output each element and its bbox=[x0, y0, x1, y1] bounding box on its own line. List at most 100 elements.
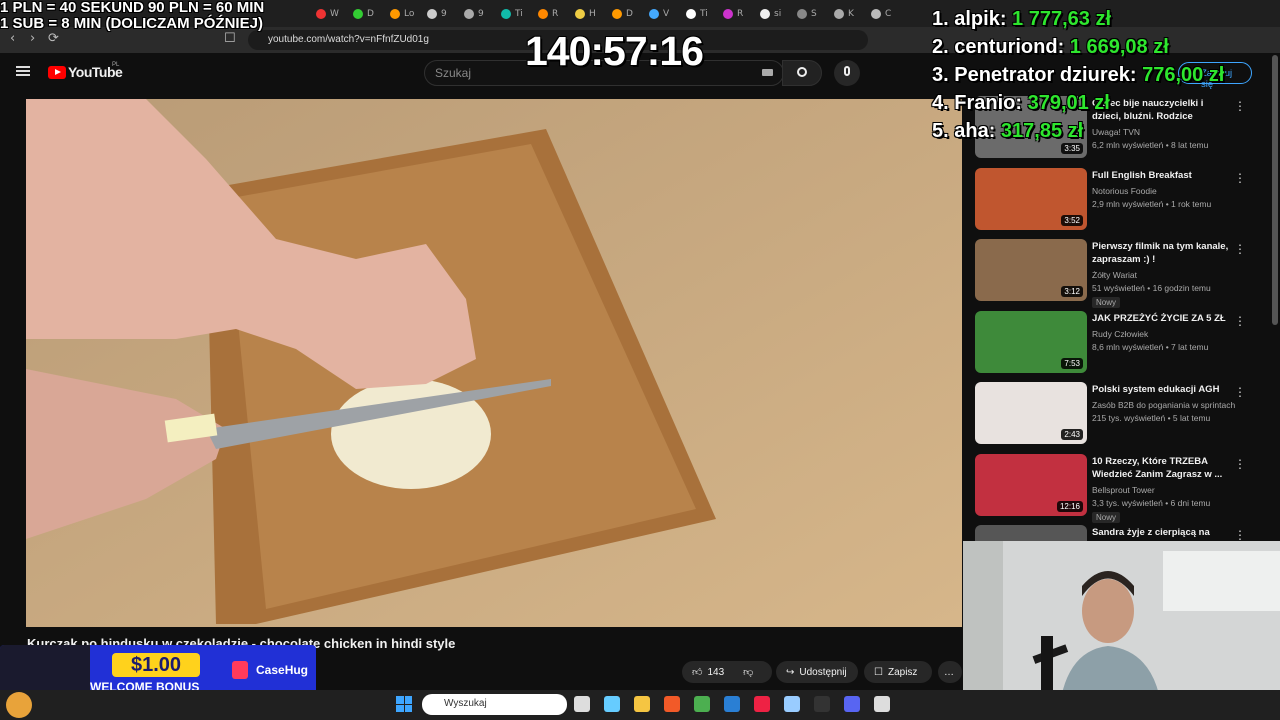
donation-amount: 1 669,08 zł bbox=[1069, 36, 1169, 58]
browser-tab[interactable]: Lo bbox=[384, 4, 420, 23]
leaderboard-entry: 3. Penetrator dziurek: 776,00 zł bbox=[932, 61, 1224, 89]
channel-name[interactable]: Notorious Foodie bbox=[1092, 186, 1157, 196]
leaderboard-entry: 4. Franio: 379,01 zł bbox=[932, 89, 1224, 117]
leaderboard-entry: 1. alpik: 1 777,63 zł bbox=[932, 5, 1224, 33]
page-scrollbar[interactable] bbox=[1272, 55, 1278, 325]
browser-tab[interactable]: H bbox=[569, 4, 605, 23]
brave-icon[interactable] bbox=[664, 696, 680, 712]
tab-favicon-icon bbox=[316, 8, 326, 19]
channel-name[interactable]: Zasób B2B do poganiania w sprintach bbox=[1092, 400, 1235, 410]
like-count[interactable]: 143 bbox=[707, 667, 724, 678]
more-options-icon[interactable]: ⋮ bbox=[1234, 457, 1246, 471]
recommended-video[interactable]: 12:16 10 Rzeczy, Które TRZEBA Wiedzieć Za… bbox=[972, 451, 1272, 523]
more-options-icon[interactable]: ⋮ bbox=[1234, 171, 1246, 185]
task-view-icon[interactable] bbox=[574, 696, 590, 712]
weather-icon[interactable] bbox=[6, 692, 32, 718]
copilot-icon[interactable] bbox=[604, 696, 620, 712]
channel-name[interactable]: Żółty Wariat bbox=[1092, 270, 1137, 280]
voice-search-button[interactable] bbox=[834, 60, 860, 86]
browser-tab[interactable]: 9 bbox=[458, 4, 494, 23]
taskbar-search[interactable]: Wyszukaj bbox=[422, 694, 567, 715]
browser-tab[interactable]: D bbox=[606, 4, 642, 23]
recommended-video[interactable]: 2:43 Polski system edukacji AGH Zasób B2B … bbox=[972, 379, 1272, 445]
more-options-icon[interactable]: ⋮ bbox=[1234, 314, 1246, 328]
back-icon[interactable]: ‹ bbox=[10, 31, 15, 46]
file-explorer-icon[interactable] bbox=[634, 696, 650, 712]
tab-label: Lo bbox=[404, 8, 415, 19]
video-meta: 8,6 mln wyświetleń • 7 lat temu bbox=[1092, 341, 1209, 352]
share-button[interactable]: ↪ Udostępnij bbox=[776, 661, 858, 683]
browser-tab[interactable]: Ti bbox=[495, 4, 531, 23]
tab-favicon-icon bbox=[538, 8, 548, 19]
video-thumbnail[interactable]: 12:16 bbox=[975, 453, 1087, 516]
save-button[interactable]: ☐ Zapisz bbox=[864, 661, 932, 683]
donation-amount: 379,01 zł bbox=[1027, 92, 1110, 114]
youtube-logo-icon[interactable] bbox=[48, 66, 66, 79]
thumbs-up-icon[interactable]: 👍︎ bbox=[692, 666, 702, 678]
donor-name: 2. centuriond: bbox=[932, 36, 1065, 58]
more-options-icon[interactable]: ⋮ bbox=[1234, 99, 1246, 113]
recommended-title[interactable]: JAK PRZEŻYĆ ŻYCIE ZA 5 ZŁ bbox=[1092, 312, 1232, 325]
video-thumbnail[interactable]: 2:43 bbox=[975, 382, 1087, 444]
menu-icon[interactable] bbox=[16, 66, 30, 76]
browser-tab[interactable]: W bbox=[310, 4, 346, 23]
app-icon[interactable] bbox=[874, 696, 890, 712]
video-duration: 3:12 bbox=[1061, 286, 1083, 297]
browser-tab[interactable]: V bbox=[643, 4, 679, 23]
browser-tab[interactable]: C bbox=[865, 4, 901, 23]
keyboard-icon[interactable] bbox=[762, 69, 773, 76]
more-options-icon[interactable]: ⋮ bbox=[1234, 242, 1246, 256]
tab-label: C bbox=[885, 8, 892, 19]
tab-favicon-icon bbox=[686, 8, 696, 19]
browser-tab[interactable]: K bbox=[828, 4, 864, 23]
more-actions-button[interactable]: … bbox=[938, 661, 962, 683]
country-code: PL bbox=[112, 62, 120, 68]
channel-name[interactable]: Bellsprout Tower bbox=[1092, 485, 1155, 495]
tab-favicon-icon bbox=[390, 8, 400, 19]
video-player[interactable] bbox=[26, 99, 962, 627]
browser-tab[interactable]: D bbox=[347, 4, 383, 23]
store-icon[interactable] bbox=[724, 696, 740, 712]
casehug-logo-icon bbox=[232, 661, 248, 679]
recommended-video[interactable]: 3:52 Full English Breakfast Notorious Food… bbox=[972, 165, 1272, 231]
tab-favicon-icon bbox=[427, 8, 437, 19]
tab-label: Ti bbox=[700, 8, 708, 19]
video-thumbnail[interactable]: 3:12 bbox=[975, 239, 1087, 301]
browser-tab[interactable]: R bbox=[532, 4, 568, 23]
steam-icon[interactable] bbox=[814, 696, 830, 712]
more-options-icon[interactable]: ⋮ bbox=[1234, 385, 1246, 399]
search-icon bbox=[797, 67, 807, 77]
recommended-title[interactable]: Full English Breakfast bbox=[1092, 169, 1232, 182]
tab-favicon-icon bbox=[612, 8, 622, 19]
start-icon[interactable] bbox=[396, 696, 412, 712]
browser-tab[interactable]: 9 bbox=[421, 4, 457, 23]
video-thumbnail[interactable]: 7:53 bbox=[975, 310, 1087, 373]
reload-icon[interactable]: ⟳ bbox=[48, 31, 59, 46]
video-meta: 51 wyświetleń • 16 godzin temu bbox=[1092, 283, 1211, 293]
recommended-video[interactable]: 7:53 JAK PRZEŻYĆ ŻYCIE ZA 5 ZŁ Rudy Człowi… bbox=[972, 308, 1272, 374]
recommended-video[interactable]: 3:12 Pierwszy filmik na tym kanale, zapra… bbox=[972, 236, 1272, 308]
browser-tab[interactable]: S bbox=[791, 4, 827, 23]
recommended-title[interactable]: Polski system edukacji AGH bbox=[1092, 383, 1232, 396]
forward-icon[interactable]: › bbox=[30, 31, 35, 46]
channel-name[interactable]: Rudy Człowiek bbox=[1092, 329, 1148, 339]
browser-tab[interactable]: si bbox=[754, 4, 790, 23]
notepad-icon[interactable] bbox=[784, 696, 800, 712]
recommended-title[interactable]: 10 Rzeczy, Które TRZEBA Wiedzieć Zanim Z… bbox=[1092, 455, 1232, 481]
recommended-title[interactable]: Pierwszy filmik na tym kanale, zapraszam… bbox=[1092, 240, 1232, 266]
more-options-icon[interactable]: ⋮ bbox=[1234, 528, 1246, 542]
browser-tab[interactable]: R bbox=[717, 4, 753, 23]
video-thumbnail[interactable]: 3:52 bbox=[975, 167, 1087, 230]
browser-tab[interactable]: Ti bbox=[680, 4, 716, 23]
donor-name: 5. aha: bbox=[932, 120, 996, 142]
bonus-amount: $1.00 bbox=[112, 653, 200, 677]
discord-icon[interactable] bbox=[844, 696, 860, 712]
bookmark-icon[interactable]: ☐ bbox=[224, 31, 236, 46]
brand-name: CaseHug bbox=[256, 663, 309, 677]
browser-icon[interactable] bbox=[754, 696, 770, 712]
thumbs-down-icon[interactable]: 👎︎ bbox=[743, 666, 753, 678]
chrome-icon[interactable] bbox=[694, 696, 710, 712]
tab-label: S bbox=[811, 8, 817, 19]
search-button[interactable] bbox=[782, 60, 822, 86]
video-meta: 3,3 tys. wyświetleń • 6 dni temu bbox=[1092, 497, 1211, 508]
